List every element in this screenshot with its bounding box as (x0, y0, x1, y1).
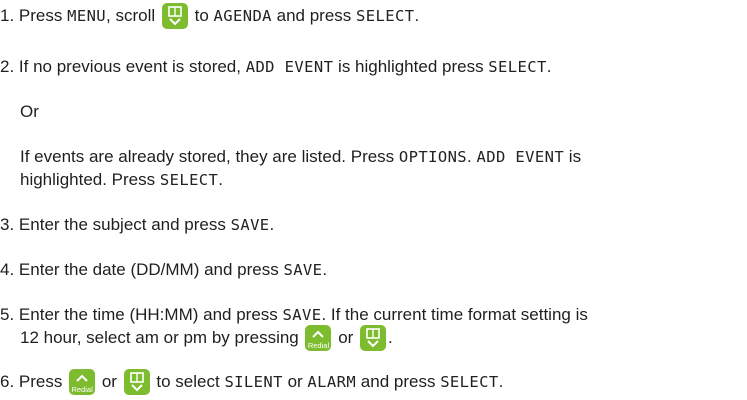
step-text: Press (18, 372, 68, 391)
alarm-label: ALARM (307, 373, 357, 391)
step-2-alt-line-1: If events are already stored, they are l… (20, 145, 581, 169)
step-text: or (97, 372, 122, 391)
phonebook-down-key-icon (123, 369, 150, 395)
step-6: 6. Press Redial or to select SILENT or A… (0, 369, 504, 395)
step-text: . (322, 260, 328, 279)
select-key-label: SELECT (356, 7, 415, 25)
step-text: . (218, 170, 224, 189)
save-key-label: SAVE (283, 261, 323, 279)
step-text: to select (151, 372, 225, 391)
step-text: . (388, 328, 393, 347)
select-key-label: SELECT (440, 373, 499, 391)
select-key-label: SELECT (488, 58, 547, 76)
step-5-line-1: 5. Enter the time (HH:MM) and press SAVE… (0, 303, 588, 327)
step-text: or (333, 328, 359, 347)
step-text: or (282, 372, 308, 391)
step-text: . If the current time format setting is (321, 305, 588, 324)
step-3: 3. Enter the subject and press SAVE . (0, 213, 274, 237)
step-text: is highlighted press (333, 57, 489, 76)
step-number: 2. (0, 57, 15, 76)
step-text: . (546, 57, 552, 76)
or-separator: Or (20, 100, 39, 124)
step-text: highlighted. Press (20, 170, 160, 189)
step-number: 4. (0, 260, 15, 279)
step-number: 6. (0, 372, 15, 391)
options-key-label: OPTIONS (398, 148, 468, 166)
phonebook-down-key-icon (161, 3, 188, 29)
step-text: to (189, 6, 214, 25)
step-text: Press (18, 6, 68, 25)
step-text: , scroll (106, 6, 160, 25)
step-text: Enter the subject and press (18, 215, 231, 234)
add-event-label: ADD EVENT (245, 58, 334, 76)
select-key-label: SELECT (159, 171, 219, 189)
step-number: 1. (0, 6, 15, 25)
agenda-label: AGENDA (213, 7, 272, 25)
step-text: If no previous event is stored, (18, 57, 246, 76)
menu-key-label: MENU (67, 7, 107, 25)
step-text: . (414, 6, 420, 25)
step-text: If events are already stored, they are l… (20, 147, 399, 166)
save-key-label: SAVE (230, 216, 270, 234)
step-text: . (467, 147, 477, 166)
step-number: 5. (0, 305, 15, 324)
step-4: 4. Enter the date (DD/MM) and press SAVE… (0, 258, 327, 282)
step-text: . (498, 372, 504, 391)
step-text: and press (271, 6, 357, 25)
step-1: 1. Press MENU , scroll to AGENDA and pre… (0, 3, 420, 29)
redial-key-label: Redial (71, 385, 93, 394)
or-text: Or (20, 102, 39, 121)
step-text: and press (356, 372, 441, 391)
step-text: Enter the date (DD/MM) and press (18, 260, 284, 279)
phonebook-down-key-icon (360, 325, 387, 351)
agenda-instructions: 1. Press MENU , scroll to AGENDA and pre… (0, 0, 747, 400)
step-2: 2. If no previous event is stored, ADD E… (0, 55, 551, 79)
redial-key-label: Redial (307, 341, 330, 350)
step-number: 3. (0, 215, 15, 234)
step-2-alt-line-2: highlighted. Press SELECT . (20, 168, 223, 192)
redial-up-key-icon: Redial (69, 369, 96, 395)
silent-label: SILENT (224, 373, 283, 391)
step-text: Enter the time (HH:MM) and press (18, 305, 283, 324)
add-event-label: ADD EVENT (476, 148, 565, 166)
step-5-line-2: 12 hour, select am or pm by pressing Red… (20, 325, 393, 351)
step-text: is (564, 147, 582, 166)
step-text: . (269, 215, 275, 234)
redial-up-key-icon: Redial (305, 325, 332, 351)
step-text: 12 hour, select am or pm by pressing (20, 328, 304, 347)
save-key-label: SAVE (282, 306, 322, 324)
